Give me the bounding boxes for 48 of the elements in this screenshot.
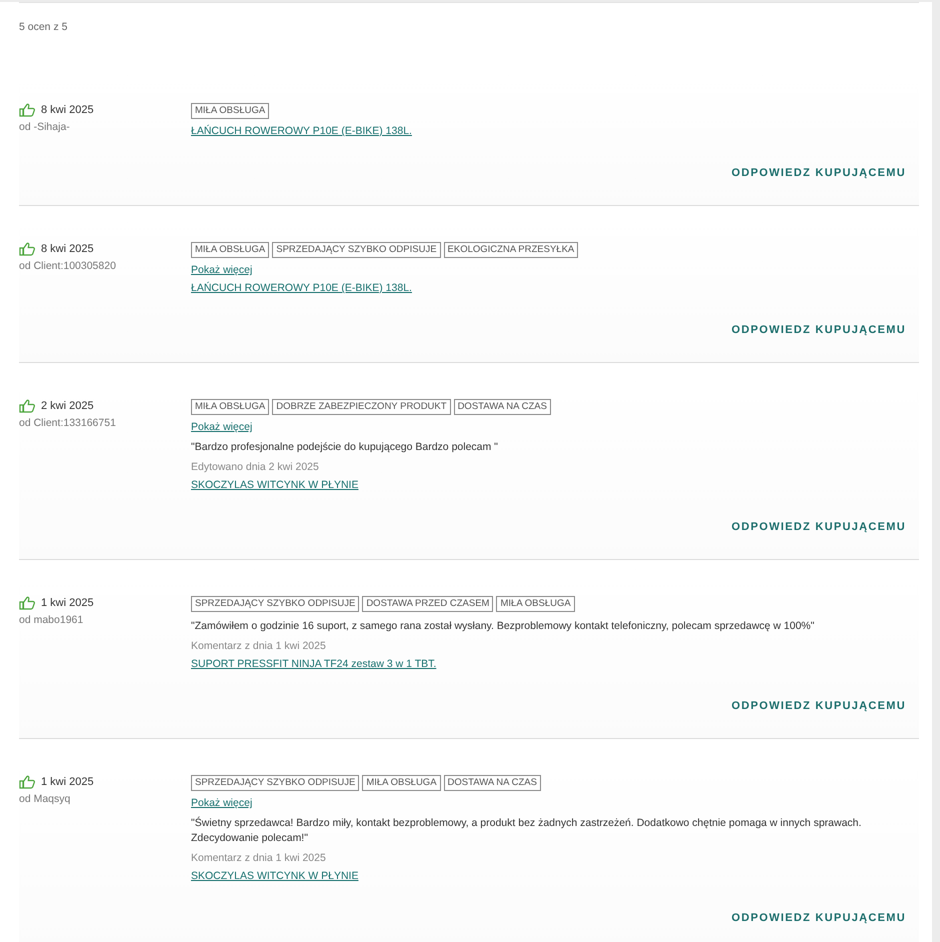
review-tag: SPRZEDAJĄCY SZYBKO ODPISUJE bbox=[191, 775, 360, 791]
comment-date: Edytowano dnia 2 kwi 2025 bbox=[191, 461, 320, 473]
reply-button[interactable]: ODPOWIEDZ KUPUJĄCEMU bbox=[731, 521, 906, 533]
thumbs-up-icon bbox=[19, 399, 35, 413]
review-date: 1 kwi 2025 bbox=[41, 597, 94, 609]
thumbs-up-icon bbox=[19, 596, 35, 610]
product-link[interactable]: SUPORT PRESSFIT NINJA TF24 zestaw 3 w 1 TBT. bbox=[191, 658, 436, 670]
review-tag: SPRZEDAJĄCY SZYBKO ODPISUJE bbox=[272, 242, 441, 258]
reviewer-name: od Client:133166751 bbox=[19, 417, 117, 429]
review-tag: DOSTAWA PRZED CZASEM bbox=[362, 596, 494, 612]
review-tag: MIŁA OBSŁUGA bbox=[496, 596, 575, 612]
reply-button[interactable]: ODPOWIEDZ KUPUJĄCEMU bbox=[731, 167, 906, 179]
thumbs-up-icon bbox=[19, 775, 35, 789]
thumbs-up-icon bbox=[19, 242, 35, 256]
review-tag: SPRZEDAJĄCY SZYBKO ODPISUJE bbox=[191, 596, 360, 612]
review-tag: MIŁA OBSŁUGA bbox=[191, 103, 270, 119]
product-link[interactable]: SKOCZYLAS WITCYNK W PŁYNIE bbox=[191, 479, 358, 491]
show-more-link[interactable]: Pokaż więcej bbox=[191, 264, 252, 276]
review-tag: MIŁA OBSŁUGA bbox=[362, 775, 441, 791]
show-more-link[interactable]: Pokaż więcej bbox=[191, 797, 252, 809]
reply-button[interactable]: ODPOWIEDZ KUPUJĄCEMU bbox=[731, 700, 906, 712]
review-tag: DOSTAWA NA CZAS bbox=[454, 399, 551, 415]
review-date: 1 kwi 2025 bbox=[41, 776, 94, 788]
comment-date: Komentarz z dnia 1 kwi 2025 bbox=[191, 640, 327, 652]
review-comment: "Świetny sprzedawca! Bardzo miły, kontakt bezproblemowy, a produkt bez żadnych zastrzeżeń. Dodatkowo chętnie pomaga w innych sprawach. Zdecydowanie polecam!" bbox=[191, 816, 862, 846]
product-link[interactable]: SKOCZYLAS WITCYNK W PŁYNIE bbox=[191, 870, 358, 882]
reply-button[interactable]: ODPOWIEDZ KUPUJĄCEMU bbox=[731, 324, 906, 336]
ratings-count: 5 ocen z 5 bbox=[19, 20, 68, 35]
show-more-link[interactable]: Pokaż więcej bbox=[191, 421, 252, 433]
review-comment: "Bardzo profesjonalne podejście do kupującego Bardzo polecam " bbox=[191, 440, 499, 455]
thumbs-up-icon bbox=[19, 103, 35, 117]
reviewer-name: od mabo1961 bbox=[19, 614, 84, 626]
reviewer-name: od Client:100305820 bbox=[19, 260, 117, 272]
review-date: 8 kwi 2025 bbox=[41, 104, 94, 116]
product-link[interactable]: ŁAŃCUCH ROWEROWY P10E (E-BIKE) 138L. bbox=[191, 125, 412, 137]
review-tag: MIŁA OBSŁUGA bbox=[191, 399, 270, 415]
reviewer-name: od -Sihaja- bbox=[19, 121, 71, 133]
review-date: 8 kwi 2025 bbox=[41, 243, 94, 255]
reply-button[interactable]: ODPOWIEDZ KUPUJĄCEMU bbox=[731, 912, 906, 924]
review-tag: DOSTAWA NA CZAS bbox=[444, 775, 541, 791]
review-tag: MIŁA OBSŁUGA bbox=[191, 242, 270, 258]
review-comment: "Zamówiłem o godzinie 16 suport, z samego rana został wysłany. Bezproblemowy kontakt telefoniczny, polecam sprzedawcę w 100%" bbox=[191, 619, 816, 634]
comment-date: Komentarz z dnia 1 kwi 2025 bbox=[191, 852, 327, 864]
review-tag: DOBRZE ZABEZPIECZONY PRODUKT bbox=[272, 399, 451, 415]
review-tag: EKOLOGICZNA PRZESYŁKA bbox=[444, 242, 578, 258]
product-link[interactable]: ŁAŃCUCH ROWEROWY P10E (E-BIKE) 138L. bbox=[191, 282, 412, 294]
reviewer-name: od Maqsyq bbox=[19, 793, 72, 805]
review-date: 2 kwi 2025 bbox=[41, 400, 94, 412]
